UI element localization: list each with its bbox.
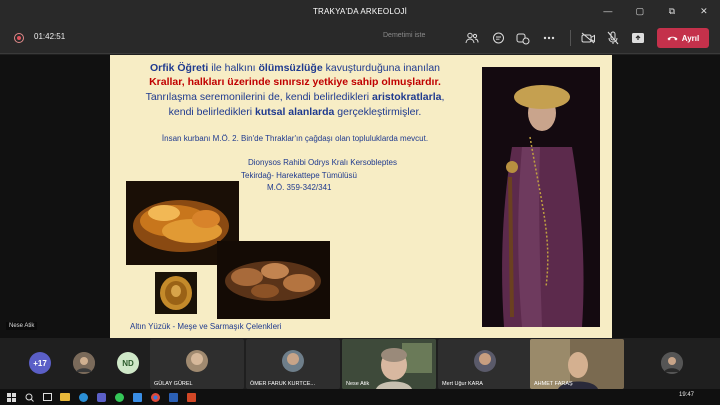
participant-video-tile[interactable]: Nese Atik [342, 339, 436, 389]
slide-note: İnsan kurbanı M.Ö. 2. Bin'de Thraklar'ın… [161, 134, 429, 143]
window-controls: — ▢ ⧉ ✕ [592, 0, 720, 22]
whatsapp-icon[interactable] [112, 391, 126, 403]
participant-tile[interactable]: GÜLAY GÜREL [150, 339, 244, 389]
slide-line-1: Orfik Öğreti ile halkını ölümsüzlüğe kav… [149, 62, 441, 74]
meeting-timer: 01:42:51 [34, 32, 66, 41]
task-view-icon[interactable] [40, 391, 54, 403]
phone-hangup-icon [667, 36, 678, 41]
windows-taskbar: 19:47 [0, 389, 720, 405]
mic-off-icon[interactable] [605, 30, 621, 46]
popout-icon[interactable]: ⧉ [656, 0, 688, 22]
restore-icon[interactable]: ▢ [624, 0, 656, 22]
slide-info-1: Dionysos Rahibi Odrys Kralı Kersobleptes [248, 158, 397, 167]
leaf-wreath-photo [217, 241, 330, 319]
word-icon[interactable] [166, 391, 180, 403]
teams-icon[interactable] [94, 391, 108, 403]
slide-line-2: Krallar, halkları üzerinde sınırsız yetk… [149, 76, 441, 88]
slide-info-2: Tekirdağ- Harekattepe Tümülüsü [241, 171, 357, 180]
edge-icon[interactable] [76, 391, 90, 403]
reactions-icon[interactable] [515, 30, 531, 46]
leave-label: Ayrıl [681, 33, 700, 43]
presentation-slide: Orfik Öğreti ile halkını ölümsüzlüğe kav… [110, 55, 612, 338]
toolbar-divider [570, 30, 571, 46]
participant-name: Mert Uğur KARA [442, 381, 483, 387]
slide-line-3: Tanrılaşma seremonilerini de, kendi beli… [145, 91, 445, 103]
overflow-participants-badge[interactable]: +17 [29, 352, 51, 374]
close-icon[interactable]: ✕ [688, 0, 720, 22]
share-icon[interactable] [630, 30, 646, 46]
taskbar-clock: 19:47 [678, 392, 694, 398]
camera-off-icon[interactable] [580, 30, 596, 46]
participant-initials-avatar[interactable]: ND [117, 352, 139, 374]
chrome-icon[interactable] [148, 391, 162, 403]
presenter-name-tag: Nese Atik [6, 322, 38, 330]
participant-name: GÜLAY GÜREL [154, 381, 193, 387]
participant-name: AHMET FARAŞ [534, 381, 573, 387]
slide-info-3: M.Ö. 359-342/341 [267, 183, 332, 192]
participant-avatar-2[interactable] [661, 352, 683, 374]
more-icon[interactable] [541, 30, 557, 46]
file-explorer-icon[interactable] [58, 391, 72, 403]
participant-video-tile[interactable]: AHMET FARAŞ [530, 339, 624, 389]
try-button[interactable]: Demetimi iste [383, 32, 425, 39]
meeting-toolbar: 01:42:51 Demetimi iste Ayrıl [0, 22, 720, 54]
participant-tile[interactable]: Mert Uğur KARA [438, 339, 532, 389]
window-title: TRAKYA'DA ARKEOLOJİ [312, 6, 408, 16]
search-icon[interactable] [22, 391, 36, 403]
participant-name: ÖMER FARUK KURTCE... [250, 381, 315, 387]
participant-tile[interactable]: ÖMER FARUK KURTCE... [246, 339, 340, 389]
leave-button[interactable]: Ayrıl [657, 28, 709, 48]
people-icon[interactable] [464, 30, 480, 46]
participant-name: Nese Atik [346, 381, 370, 387]
powerpoint-icon[interactable] [184, 391, 198, 403]
gold-ring-photo [155, 272, 197, 314]
chat-icon[interactable] [490, 30, 506, 46]
title-bar: TRAKYA'DA ARKEOLOJİ — ▢ ⧉ ✕ [0, 0, 720, 22]
store-icon[interactable] [130, 391, 144, 403]
slide-caption: Altın Yüzük - Meşe ve Sarmaşık Çelenkler… [130, 322, 282, 331]
windows-start-icon[interactable] [4, 391, 18, 403]
recording-icon [14, 33, 24, 43]
minimize-icon[interactable]: — [592, 0, 624, 22]
slide-line-4: kendi belirledikleri kutsal alanlarda ge… [168, 106, 422, 118]
participant-avatar-1[interactable] [73, 352, 95, 374]
priest-figure-photo [482, 67, 600, 327]
